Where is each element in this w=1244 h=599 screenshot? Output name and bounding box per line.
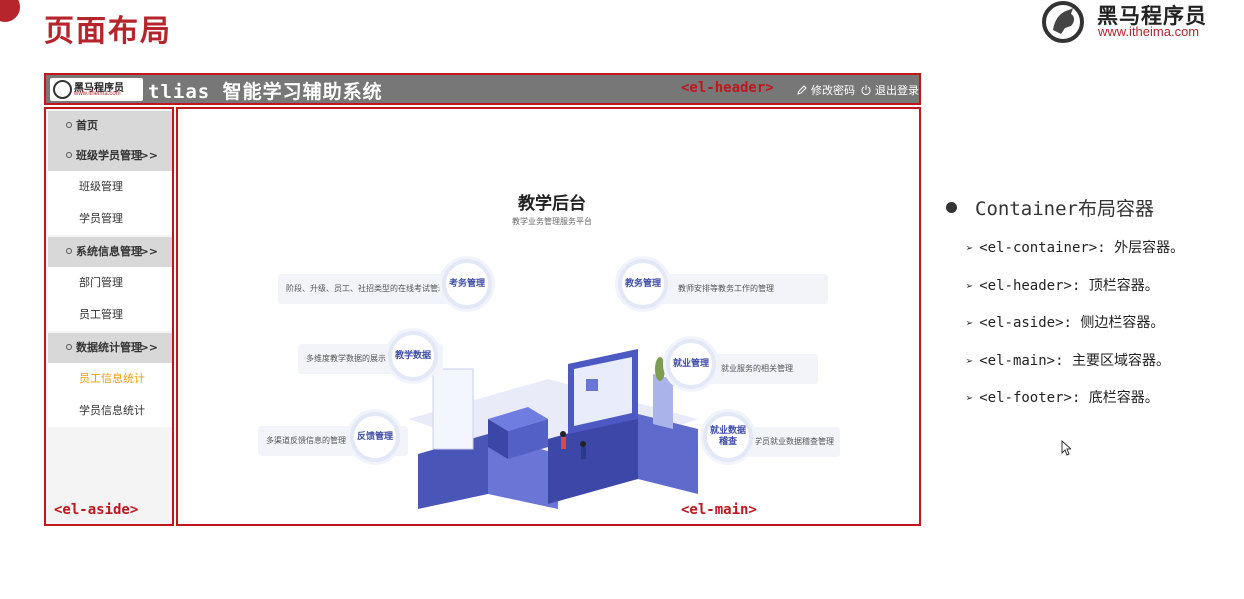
menu-bullet-icon <box>66 122 72 128</box>
feature-bubble-teaching-data[interactable]: 教学数据 <box>388 331 438 381</box>
menu-item-class[interactable]: 班级管理 <box>48 171 172 203</box>
menu-item-student-stats[interactable]: 学员信息统计 <box>48 395 172 427</box>
el-header-tag: <el-header> <box>681 80 774 96</box>
menu-item-student[interactable]: 学员管理 <box>48 203 172 235</box>
note-text: <el-header>: 顶栏容器。 <box>979 277 1159 294</box>
change-password-button[interactable]: 修改密码 <box>796 82 855 98</box>
notes-list: ➢ <el-container>: 外层容器。 ➢ <el-header>: 顶栏容… <box>966 230 1184 418</box>
arrow-bullet-icon: ➢ <box>966 391 974 405</box>
menu-group-label: 系统信息管理 <box>76 245 142 258</box>
app-aside: 首页 班级学员管理 >> 班级管理 学员管理 系统信息管理 >> 部门管理 员工… <box>44 107 174 526</box>
menu-group-class-student[interactable]: 班级学员管理 >> <box>48 141 172 171</box>
layout-demo-app: 黑马程序员 www.itheima.com tlias 智能学习辅助系统 <el… <box>44 73 921 526</box>
menu-group-statistics[interactable]: 数据统计管理 >> <box>48 333 172 363</box>
title-bullet-dot <box>0 0 20 22</box>
slide: 页面布局 黑马程序员 www.itheima.com 黑马程序员 www.ith… <box>0 0 1244 599</box>
note-item: ➢ <el-header>: 顶栏容器。 <box>966 268 1184 306</box>
arrow-bullet-icon: ➢ <box>966 316 974 330</box>
menu-home-label: 首页 <box>76 119 98 132</box>
feature-bubble-employment-audit[interactable]: 就业数据稽查 <box>703 412 753 462</box>
note-text: <el-main>: 主要区域容器。 <box>979 352 1170 369</box>
container-notes: Container布局容器 ➢ <el-container>: 外层容器。 ➢ <e… <box>946 194 1184 418</box>
note-item: ➢ <el-footer>: 底栏容器。 <box>966 380 1184 418</box>
feature-desc-card: 教师安排等教务工作的管理 <box>648 274 828 304</box>
bullet-dot-icon <box>946 202 957 213</box>
note-text: <el-footer>: 底栏容器。 <box>979 390 1159 406</box>
expand-arrow-icon: >> <box>139 245 158 258</box>
feature-bubble-academic[interactable]: 教务管理 <box>618 259 668 309</box>
note-item: ➢ <el-container>: 外层容器。 <box>966 230 1184 268</box>
feature-bubble-feedback[interactable]: 反馈管理 <box>350 412 400 462</box>
expand-arrow-icon: >> <box>139 341 158 354</box>
menu-item-employee-stats[interactable]: 员工信息统计 <box>48 363 172 395</box>
horse-logo-icon <box>1042 1 1084 43</box>
menu-bullet-icon <box>66 152 72 158</box>
notes-heading-text: Container布局容器 <box>975 198 1154 220</box>
expand-arrow-icon: >> <box>139 149 158 162</box>
note-text: <el-aside>: 侧边栏容器。 <box>979 315 1165 331</box>
menu-item-employee[interactable]: 员工管理 <box>48 299 172 331</box>
brand-url: www.itheima.com <box>1098 24 1200 39</box>
el-aside-tag: <el-aside> <box>54 502 139 518</box>
brand-logo: 黑马程序员 www.itheima.com <box>1035 0 1235 44</box>
isometric-illustration <box>408 349 698 509</box>
edit-icon <box>797 85 807 95</box>
arrow-bullet-icon: ➢ <box>966 241 974 255</box>
notes-heading: Container布局容器 <box>946 194 1184 221</box>
menu-item-department[interactable]: 部门管理 <box>48 267 172 299</box>
power-icon <box>861 85 871 95</box>
app-main: 教学后台 教学业务管理服务平台 阶段、升级、员工、社招类型的在线考试管理 考务管… <box>176 107 921 526</box>
menu-group-label: 数据统计管理 <box>76 341 142 354</box>
note-item: ➢ <el-main>: 主要区域容器。 <box>966 343 1184 381</box>
header-logo-url: www.itheima.com <box>74 91 121 97</box>
menu-group-system[interactable]: 系统信息管理 >> <box>48 237 172 267</box>
menu-home[interactable]: 首页 <box>48 111 172 141</box>
logout-button[interactable]: 退出登录 <box>860 82 919 98</box>
note-item: ➢ <el-aside>: 侧边栏容器。 <box>966 305 1184 343</box>
logout-label: 退出登录 <box>875 84 919 97</box>
header-logo[interactable]: 黑马程序员 www.itheima.com <box>50 78 143 101</box>
feature-bubble-employment[interactable]: 就业管理 <box>666 339 716 389</box>
app-title: tlias 智能学习辅助系统 <box>148 81 383 103</box>
app-header: 黑马程序员 www.itheima.com tlias 智能学习辅助系统 <el… <box>44 73 921 105</box>
menu-bullet-icon <box>66 248 72 254</box>
el-main-tag: <el-main> <box>681 502 757 518</box>
mouse-cursor-icon <box>1061 440 1071 456</box>
header-logo-icon <box>53 80 72 99</box>
hero-title: 教学后台 <box>518 194 586 214</box>
feature-bubble-exam[interactable]: 考务管理 <box>442 259 492 309</box>
hero-subtitle: 教学业务管理服务平台 <box>512 217 592 226</box>
menu-bullet-icon <box>66 344 72 350</box>
arrow-bullet-icon: ➢ <box>966 278 974 293</box>
change-password-label: 修改密码 <box>811 84 855 97</box>
note-text: <el-container>: 外层容器。 <box>979 240 1185 256</box>
slide-title: 页面布局 <box>44 14 172 49</box>
arrow-bullet-icon: ➢ <box>966 353 974 368</box>
menu-group-label: 班级学员管理 <box>76 149 142 162</box>
